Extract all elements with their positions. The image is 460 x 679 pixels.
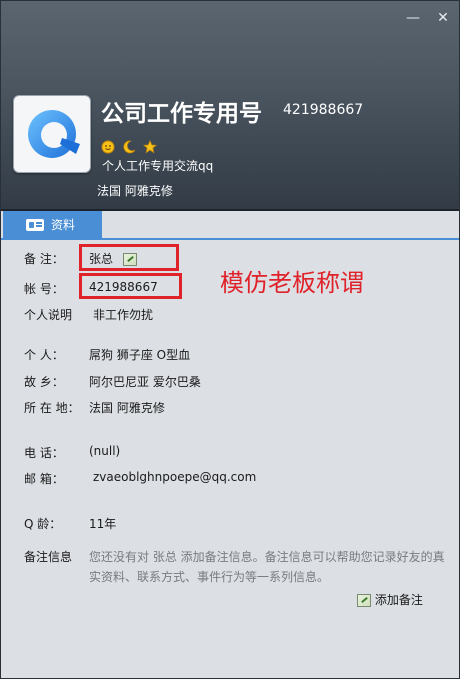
star-icon	[143, 139, 158, 153]
person-value: 屌狗 狮子座 O型血	[89, 348, 191, 362]
desc-label: 个人说明	[24, 308, 73, 322]
profile-qq-number: 421988667	[283, 102, 364, 118]
highlight-box-account	[79, 273, 182, 299]
age-label: Q 龄：	[24, 517, 62, 531]
profile-location: 法国 阿雅克修	[97, 184, 173, 198]
avatar[interactable]	[13, 95, 91, 173]
add-note-label: 添加备注	[374, 593, 423, 607]
phone-value: (null)	[89, 444, 121, 458]
id-card-icon	[26, 219, 44, 231]
add-note-icon	[357, 594, 371, 607]
profile-signature: 个人工作专用交流qq	[102, 159, 214, 173]
tab-label: 资料	[51, 218, 76, 232]
email-label: 邮 箱：	[24, 472, 64, 486]
qq-logo-icon	[28, 110, 80, 158]
highlight-box-remark	[79, 244, 179, 271]
age-value: 11年	[89, 517, 117, 531]
desc-value: 非工作勿扰	[93, 308, 154, 322]
minimize-button[interactable]: —	[403, 9, 423, 27]
account-label: 帐 号：	[24, 282, 64, 296]
person-label: 个 人：	[24, 348, 64, 362]
hometown-value: 阿尔巴尼亚 爱尔巴桑	[89, 375, 201, 389]
tab-underline	[1, 238, 459, 240]
profile-name: 公司工作专用号	[101, 101, 262, 127]
level-icons	[101, 135, 159, 153]
annotation-text: 模仿老板称谓	[220, 269, 364, 297]
profile-window: — ✕ 公司工作专用号 421988667 个人工作专用交流qq 法国 阿雅克修…	[0, 0, 460, 679]
location-value: 法国 阿雅克修	[89, 401, 165, 415]
moon-icon	[122, 139, 136, 153]
remark-label: 备 注：	[24, 252, 64, 266]
add-note-button[interactable]: 添加备注	[357, 591, 423, 608]
location-label: 所 在 地：	[24, 401, 80, 415]
note-label: 备注信息	[24, 550, 73, 564]
close-button[interactable]: ✕	[433, 9, 453, 27]
hometown-label: 故 乡：	[24, 375, 64, 389]
note-description: 您还没有对 张总 添加备注信息。备注信息可以帮助您记录好友的真实资料、联系方式、…	[89, 550, 445, 584]
sun-icon	[101, 139, 115, 153]
phone-label: 电 话：	[24, 446, 64, 460]
tab-profile-info[interactable]: 资料	[3, 211, 102, 240]
email-value[interactable]: zvaeoblghnpoepe@qq.com	[93, 470, 256, 484]
profile-header: — ✕ 公司工作专用号 421988667 个人工作专用交流qq 法国 阿雅克修	[1, 1, 459, 211]
